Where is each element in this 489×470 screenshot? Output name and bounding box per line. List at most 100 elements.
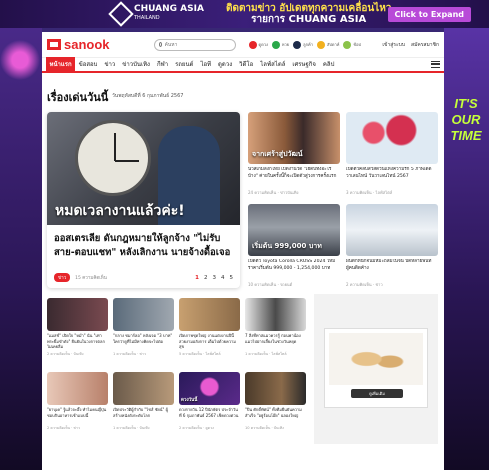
grid-meta: 10 ความคิดเห็น · บันเทิง [245,426,284,430]
grid-card[interactable]: 7 สิ่งที่ทาสแมวควรรู้ ก่อนพาน้องแมวไปฝาก… [245,298,306,357]
shortcut-lottery[interactable]: หวย [271,40,289,49]
grid-thumbnail[interactable] [245,372,306,405]
nav-lifestyle[interactable]: ไลฟ์สไตล์ [257,57,289,72]
side-ad-left[interactable] [0,20,42,470]
grid-card[interactable]: ดวงวันนี้ ดวงรายวัน 12 ปีนักษัตร ประจำวั… [179,372,240,431]
main-nav: หน้าแรก ข้อสอบ ข่าว ข่าวบันเทิง กีฬา รถย… [42,57,444,73]
grid-card[interactable]: เปิดภาพชุดใหญ่ งานแต่งงานปีนี้ สวยงามอลั… [179,298,240,357]
category-tag[interactable]: ข่าว [54,273,71,282]
card-thumbnail[interactable]: เริ่มต้น 999,000 บาท [248,204,340,256]
grid-title[interactable]: "ยาบุเค" รู้แล้วจะอึ้ง ทำไมคนญี่ปุ่นชอบก… [47,407,108,424]
account-links: เข้าสู่ระบบ สมัครสมาชิก [382,41,439,49]
grid-meta: 2 ความคิดเห็น · บันเทิง [47,352,84,356]
shortcut-week[interactable]: สัปดาห์ [316,40,339,49]
grid-thumbnail[interactable] [245,298,306,331]
nav-entertainment[interactable]: ข่าวบันเทิง [119,57,154,72]
register-link[interactable]: สมัครสมาชิก [411,41,439,49]
comment-count: 15 ความคิดเห็น [75,276,107,281]
grid-title[interactable]: เปิดประวัติผู้กำกับ "ไชส์ ชัยน์" ผู้สร้า… [113,407,174,424]
logo-icon [47,39,61,50]
card-title[interactable]: นิวส์เกมลิงก์ไทย เปิดงานวัด "เฮดบีทังอะไ… [248,167,340,187]
shortcut-shop[interactable]: ช้อป [343,40,361,49]
grid-thumbnail[interactable] [113,298,174,331]
search-box[interactable] [153,38,236,51]
grid-thumbnail[interactable] [179,298,240,331]
shortcut-customer[interactable]: ลูกค้า [293,40,313,49]
shortcut-horoscope[interactable]: ดูดวง [248,40,268,49]
grid-title[interactable]: ดวงรายวัน 12 ปีนักษัตร ประจำวันที่ 6 กุม… [179,407,240,424]
grid-title[interactable]: "แมสช์" เปิดใจ "หม่ำ" นั่น "เท่าพระยิ้มข… [47,333,108,350]
grid-thumbnail[interactable] [113,372,174,405]
ad-line2: รายการ CHUANG ASIA [251,14,367,25]
nav-exam[interactable]: ข้อสอบ [75,57,101,72]
ad-line1: ติดตามข่าว อัปเดตทุกความเคลื่อนไหว [225,3,392,14]
nav-auto[interactable]: รถยนต์ [172,57,197,72]
grid-thumbnail[interactable] [47,298,108,331]
nav-clip[interactable]: คลิป [319,57,338,72]
search-input[interactable] [164,41,231,48]
grid-title[interactable]: "ปิ่น ศักดิ์ทัศน์" ทั้งทีมยืนยันความสำเร… [245,407,306,424]
nav-news[interactable]: ข่าว [101,57,119,72]
hero-title[interactable]: ออสเตรเลีย ดันกฎหมายให้ลูกจ้าง "ไม่รับสา… [54,232,234,260]
grid-card[interactable]: เปิดประวัติผู้กำกับ "ไชส์ ชัยน์" ผู้สร้า… [113,372,174,431]
grid-title[interactable]: 7 สิ่งที่ทาสแมวควรรู้ ก่อนพาน้องแมวไปฝาก… [245,333,306,350]
logo-text: sanook [64,37,110,52]
card-thumbnail[interactable]: จากเศร้าสู่ปวัฒน์ [248,112,340,164]
login-link[interactable]: เข้าสู่ระบบ [382,41,405,49]
ad-image [329,333,423,385]
grid-thumbnail[interactable]: ดวงวันนี้ [179,372,240,405]
card-meta: 2 ความคิดเห็น · ข่าว [346,282,383,287]
card-thumbnail[interactable] [346,204,438,256]
card-thumbnail[interactable] [346,112,438,164]
page-4[interactable]: 4 [221,275,225,281]
card-title[interactable]: เปิดตัวคลิปสวัสดีวันแห่งความรัก 5 ภาพเด็… [346,167,438,187]
site-container: sanook ดูดวง หวย ลูกค้า สัปดาห์ ช้อป เข้… [42,32,444,470]
page-1[interactable]: 1 [195,275,199,281]
hero-image[interactable]: หมดเวลางานแล้วค่ะ! [47,112,240,225]
card-meta: 3 ความคิดเห็น · ไลฟ์สไตล์ [346,190,393,195]
nav-horoscope[interactable]: ดูดวง [215,57,236,72]
grid-meta: 1 ความคิดเห็น · บันเทิง [113,426,150,430]
nav-home[interactable]: หน้าแรก [46,57,76,72]
hero-footer: ข่าว 15 ความคิดเห็น 1 2 3 4 5 [54,273,233,282]
page-3[interactable]: 3 [213,275,217,281]
nav-economy[interactable]: เศรษฐกิจ [289,57,320,72]
menu-icon[interactable] [431,61,440,68]
article-card[interactable]: ฝนตกหนักจนมีหิมะถล่มในจีน ปิดหลายพื้นที่… [346,204,438,288]
hero-article[interactable]: หมดเวลางานแล้วค่ะ! ออสเตรเลีย ดันกฎหมายใ… [47,112,240,288]
article-card[interactable]: เริ่มต้น 999,000 บาท เปิดตัว Toyota Coro… [248,204,340,288]
ad-box[interactable]: ดูเพิ่มเติม [314,294,438,444]
grid-card[interactable]: "ปิ่น ศักดิ์ทัศน์" ทั้งทีมยืนยันความสำเร… [245,372,306,431]
section-title: เรื่องเด่นวันนี้ [47,91,109,104]
site-logo[interactable]: sanook [47,37,110,52]
grid-title[interactable]: "กลาง ชมาร์ลอ" หลังเจอ "3 บาท" ใครว่าดูท… [113,333,174,350]
grid-card[interactable]: "แมสช์" เปิดใจ "หม่ำ" นั่น "เท่าพระยิ้มข… [47,298,108,357]
lottery-icon [271,40,280,49]
grid-thumbnail[interactable] [47,372,108,405]
grid-meta: 5 ความคิดเห็น · ไลฟ์สไตล์ [179,352,221,356]
article-card[interactable]: เปิดตัวคลิปสวัสดีวันแห่งความรัก 5 ภาพเด็… [346,112,438,196]
ad-more-button[interactable]: ดูเพิ่มเติม [351,389,403,398]
grid-meta: 1 ความคิดเห็น · ข่าว [113,352,146,356]
page-5[interactable]: 5 [230,275,234,281]
hero-pager: 1 2 3 4 5 [195,275,233,281]
card-caption: เริ่มต้น 999,000 บาท [252,242,322,250]
top-ad-banner[interactable]: CHUANG ASIA THAILAND ติดตามข่าว อัปเดตทุก… [0,0,489,28]
card-caption: จากเศร้าสู่ปวัฒน์ [252,150,303,158]
ad-expand-button[interactable]: Click to Expand [387,7,471,22]
card-title[interactable]: เปิดตัว Toyota Corolla CROSS 2024 ใหม่ ร… [248,259,340,279]
side-ad-slogan: IT'S OUR TIME [450,96,482,143]
article-card[interactable]: จากเศร้าสู่ปวัฒน์ นิวส์เกมลิงก์ไทย เปิดง… [248,112,340,196]
grid-card[interactable]: "กลาง ชมาร์ลอ" หลังเจอ "3 บาท" ใครว่าดูท… [113,298,174,357]
nav-it[interactable]: ไอที [197,57,215,72]
nav-sport[interactable]: กีฬา [153,57,171,72]
side-ad-right[interactable] [444,20,489,470]
grid-meta: 1 ความคิดเห็น · ไลฟ์สไตล์ [245,352,287,356]
page-2[interactable]: 2 [204,275,208,281]
nav-video[interactable]: วิดีโอ [236,57,257,72]
grid-card[interactable]: "ยาบุเค" รู้แล้วจะอึ้ง ทำไมคนญี่ปุ่นชอบก… [47,372,108,431]
ad-creative[interactable]: ดูเพิ่มเติม [324,328,428,408]
card-title[interactable]: ฝนตกหนักจนมีหิมะถล่มในจีน ปิดหลายพื้นที่… [346,259,438,279]
grid-title[interactable]: เปิดภาพชุดใหญ่ งานแต่งงานปีนี้ สวยงามอลั… [179,333,240,350]
grid-meta: 2 ความคิดเห็น · ดูดวง [179,426,214,430]
